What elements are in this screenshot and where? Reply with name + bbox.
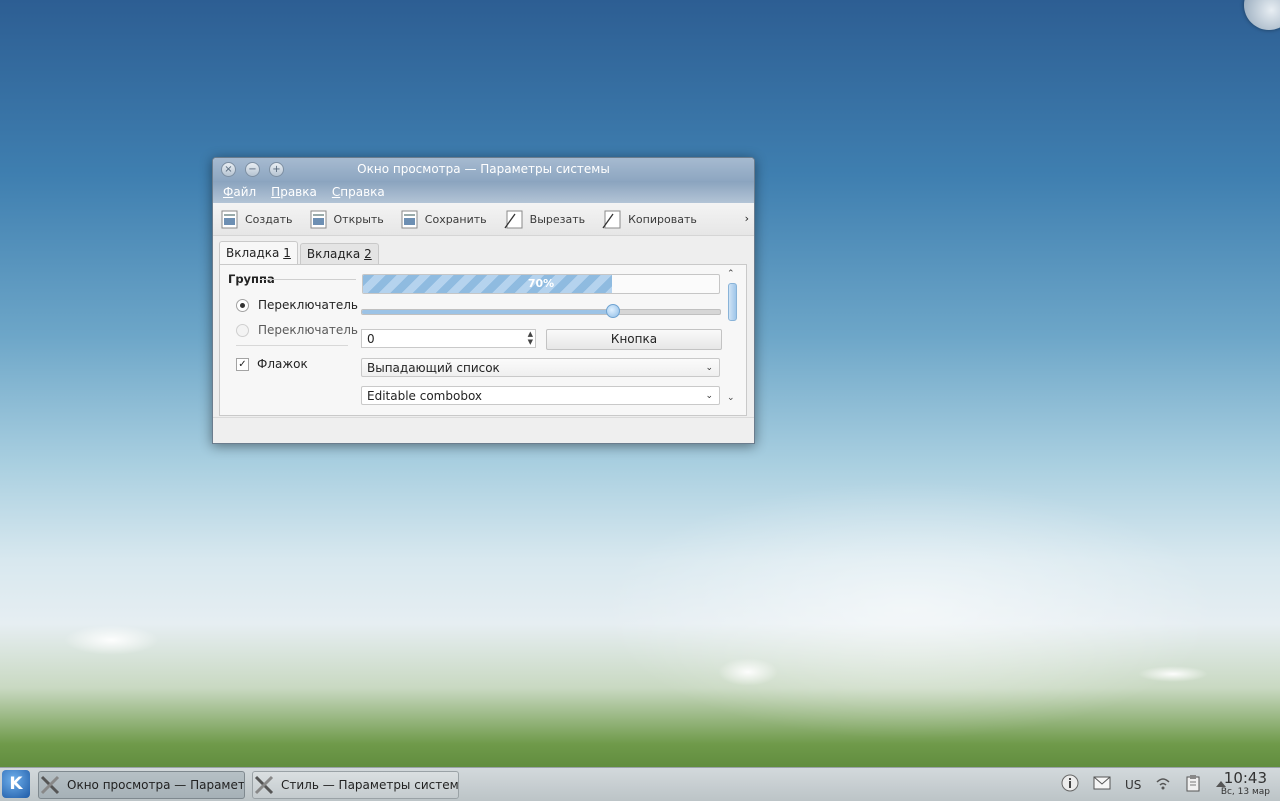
tab-mnemonic: 2	[364, 247, 372, 261]
mail-icon[interactable]	[1093, 776, 1111, 793]
edit-cut-icon	[504, 210, 523, 228]
checkbox-label: Флажок	[257, 357, 308, 371]
toolbar: Создать Открыть Сохранить Вырезать Копир…	[213, 203, 754, 236]
cloud	[64, 625, 159, 655]
push-button[interactable]: Кнопка	[546, 329, 722, 350]
document-open-icon	[310, 210, 326, 228]
tab-mnemonic: 1	[283, 246, 291, 260]
menubar: Файл Правка Справка	[213, 181, 754, 203]
tool-label: Копировать	[628, 212, 697, 226]
menu-label: равка	[280, 185, 317, 199]
network-wifi-icon[interactable]	[1155, 776, 1171, 793]
cut-button[interactable]: Вырезать	[503, 210, 585, 229]
progress-bar: 70%	[362, 274, 720, 294]
slider-handle[interactable]	[605, 304, 620, 318]
system-settings-icon	[39, 774, 61, 796]
vertical-scrollbar[interactable]: ⌃ ⌄	[726, 269, 738, 409]
toolbar-overflow-button[interactable]: ›	[745, 212, 749, 225]
menu-mnemonic: С	[331, 185, 341, 199]
desktop-toolbox-icon[interactable]	[1244, 0, 1280, 30]
task-label: Окно просмотра — Параметры системы	[67, 778, 245, 792]
slider-fill	[362, 310, 613, 314]
spinbox[interactable]: 0 ▲ ▼	[361, 329, 536, 348]
tool-label: Вырезать	[529, 212, 586, 226]
cloud	[1138, 666, 1208, 682]
tab-1[interactable]: Вкладка 1	[219, 241, 298, 264]
clock-date: Вс, 13 мар	[1220, 787, 1270, 797]
chevron-down-icon: ⌄	[705, 363, 713, 373]
scroll-up-icon[interactable]: ⌃	[727, 269, 735, 279]
check-mark-icon: ✓	[236, 357, 249, 371]
save-button[interactable]: Сохранить	[400, 210, 487, 229]
tool-label: Открыть	[333, 212, 384, 226]
tab-content: Группа Переключатель Переключатель ✓ Фла…	[219, 264, 747, 416]
group-divider	[260, 279, 356, 280]
edit-copy-icon	[602, 210, 621, 228]
cloud	[718, 658, 778, 686]
progress-text: 70%	[527, 277, 555, 290]
window-titlebar[interactable]: × − + Окно просмотра — Параметры системы	[213, 158, 754, 181]
document-save-icon	[401, 210, 418, 228]
taskbar-task-style[interactable]: Стиль — Параметры системы	[252, 771, 459, 799]
taskbar-task-preview-window[interactable]: Окно просмотра — Параметры системы	[38, 771, 245, 799]
radio-indicator-unchecked	[236, 323, 249, 337]
spinbox-value: 0	[367, 332, 375, 346]
radio-label: Переключатель	[258, 323, 358, 337]
radio-button-1[interactable]: Переключатель	[236, 298, 358, 312]
menu-mnemonic: Ф	[223, 185, 234, 199]
keyboard-layout-indicator[interactable]: US	[1125, 778, 1141, 792]
menu-file[interactable]: Файл	[223, 185, 256, 199]
tab-2[interactable]: Вкладка 2	[299, 243, 379, 264]
dropdown-combobox[interactable]: Выпадающий список ⌄	[361, 358, 720, 377]
menu-mnemonic: П	[271, 185, 281, 199]
chevron-down-icon: ⌄	[705, 391, 713, 401]
tool-label: Создать	[245, 212, 293, 226]
slider[interactable]	[361, 309, 721, 315]
menu-label: айл	[233, 185, 257, 199]
tab-label: Вкладка	[306, 247, 365, 261]
tool-label: Сохранить	[424, 212, 487, 226]
digital-clock[interactable]: 10:43 Вс, 13 мар	[1221, 769, 1270, 798]
document-new-icon	[221, 210, 238, 228]
taskbar: K Окно просмотра — Параметры системы Сти…	[0, 767, 1280, 801]
window-footer	[213, 417, 754, 443]
new-button[interactable]: Создать	[220, 210, 293, 229]
system-tray: US	[1054, 768, 1234, 801]
copy-button[interactable]: Копировать	[601, 210, 697, 229]
group-separator	[236, 345, 348, 346]
radio-button-2[interactable]: Переключатель	[236, 323, 358, 337]
window-title: Окно просмотра — Параметры системы	[357, 162, 610, 176]
menu-edit[interactable]: Правка	[271, 185, 317, 199]
combo-value: Editable combobox	[367, 389, 483, 403]
scroll-down-icon[interactable]: ⌄	[727, 393, 735, 403]
tab-bar: Вкладка 1 Вкладка 2	[219, 241, 381, 264]
tab-label: Вкладка	[226, 246, 284, 260]
system-settings-icon	[253, 774, 275, 796]
radio-label: Переключатель	[258, 298, 358, 312]
radio-indicator-checked	[236, 298, 249, 312]
menu-help[interactable]: Справка	[332, 185, 385, 199]
open-button[interactable]: Открыть	[309, 210, 384, 229]
menu-label: правка	[340, 185, 385, 199]
editable-combobox[interactable]: Editable combobox ⌄	[361, 386, 720, 405]
combo-value: Выпадающий список	[367, 361, 500, 375]
scrollbar-thumb[interactable]	[728, 283, 737, 321]
clock-time: 10:43	[1223, 769, 1268, 787]
notifications-info-icon[interactable]	[1061, 774, 1079, 795]
checkbox[interactable]: ✓ Флажок	[236, 357, 308, 371]
application-launcher-button[interactable]: K	[2, 770, 30, 798]
task-label: Стиль — Параметры системы	[281, 778, 459, 792]
spin-arrows-icon[interactable]: ▲ ▼	[528, 330, 533, 346]
desktop-light-glow	[600, 480, 1220, 740]
clipboard-icon[interactable]	[1185, 774, 1201, 795]
preview-window: × − + Окно просмотра — Параметры системы…	[212, 157, 755, 444]
